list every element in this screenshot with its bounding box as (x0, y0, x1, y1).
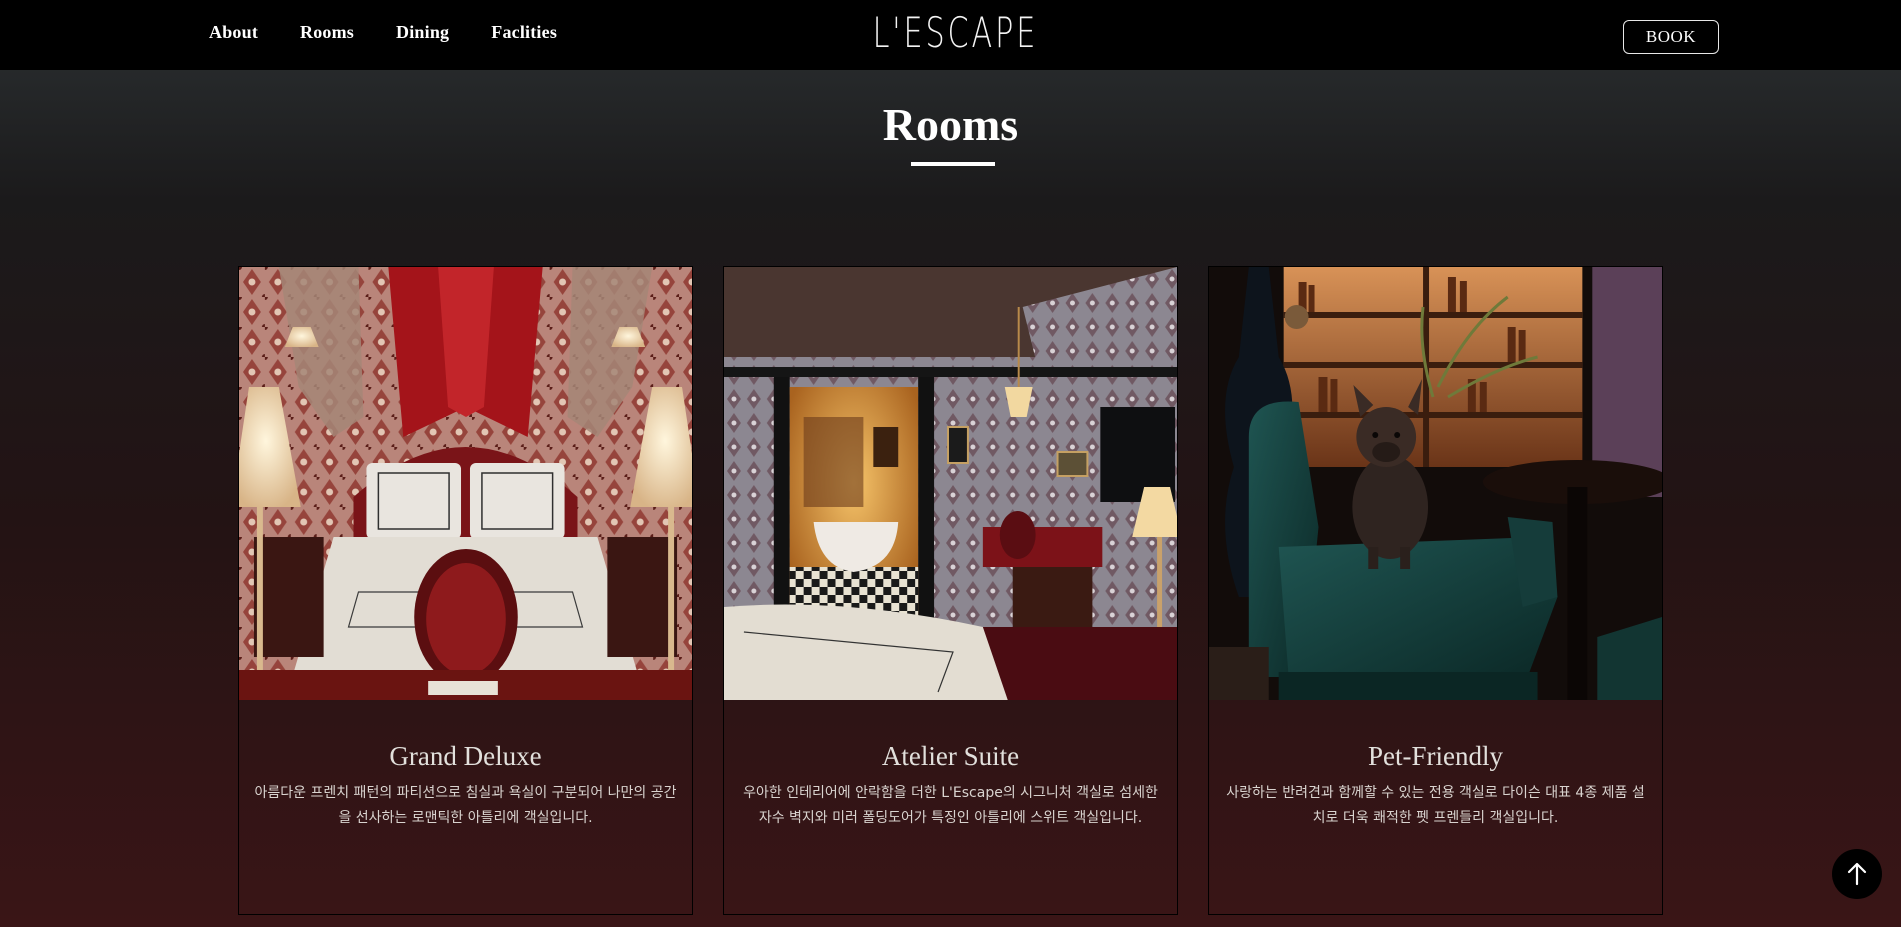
nav-link-about[interactable]: About (209, 22, 258, 43)
room-card-pet-friendly[interactable]: Pet-Friendly 사랑하는 반려견과 함께할 수 있는 전용 객실로 다… (1208, 266, 1663, 915)
book-button[interactable]: BOOK (1623, 20, 1719, 54)
room-description: 사랑하는 반려견과 함께할 수 있는 전용 객실로 다이슨 대표 4종 제품 설… (1226, 785, 1645, 826)
room-photo-pet-friendly (1209, 267, 1662, 700)
top-navigation-bar: About Rooms Dining Faclities L'ESCAPE BO… (0, 0, 1901, 70)
title-underline (911, 162, 995, 166)
room-photo-grand-deluxe (239, 267, 692, 700)
room-name: Atelier Suite (881, 741, 1020, 771)
arrow-up-icon (1847, 862, 1867, 886)
room-name: Pet-Friendly (1368, 741, 1503, 771)
nav-link-dining[interactable]: Dining (396, 22, 449, 43)
room-photo-atelier-suite (724, 267, 1177, 700)
room-description: 아름다운 프렌치 패턴의 파티션으로 침실과 욕실이 구분되어 나만의 공간을 … (254, 785, 677, 826)
room-card-atelier-suite[interactable]: Atelier Suite 우아한 인테리어에 안락함을 더한 L'Escape… (723, 266, 1178, 915)
room-name: Grand Deluxe (389, 741, 542, 771)
main-nav: About Rooms Dining Faclities (209, 22, 557, 43)
room-card-grand-deluxe[interactable]: Grand Deluxe 아름다운 프렌치 패턴의 파티션으로 침실과 욕실이 … (238, 266, 693, 915)
nav-link-rooms[interactable]: Rooms (300, 22, 354, 43)
page-title: Rooms (882, 99, 1019, 150)
room-description: 우아한 인테리어에 안락함을 더한 L'Escape의 시그니처 객실로 섬세한… (743, 785, 1158, 826)
nav-link-facilities[interactable]: Faclities (491, 22, 557, 43)
scroll-to-top-button[interactable] (1832, 849, 1882, 899)
